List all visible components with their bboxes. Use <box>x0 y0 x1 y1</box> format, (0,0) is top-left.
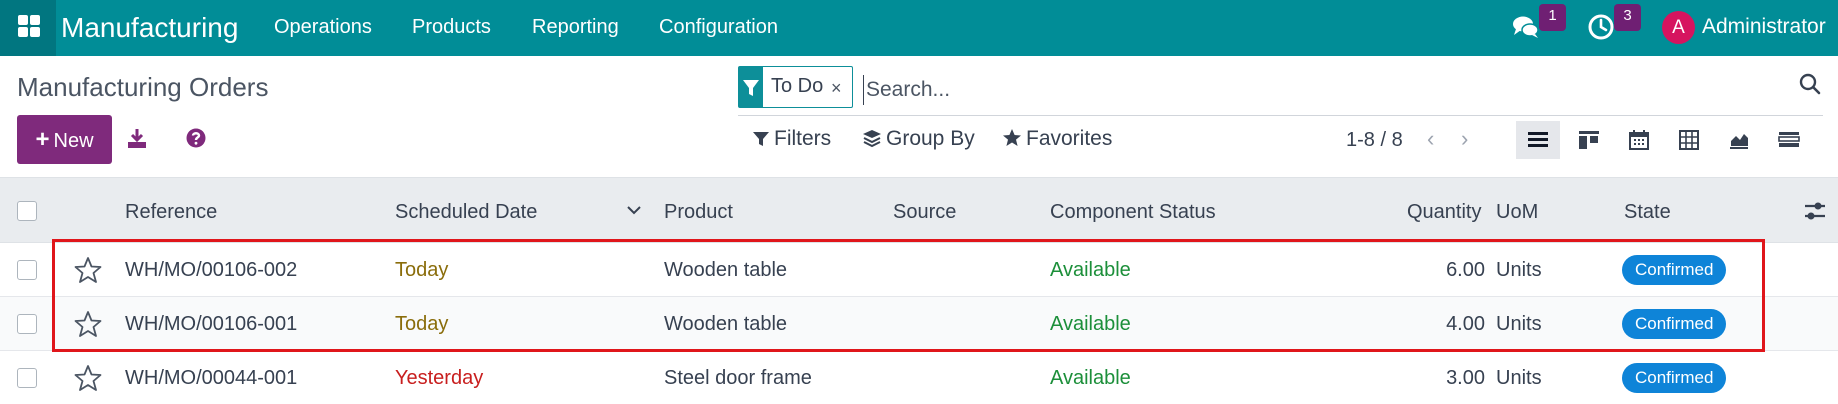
filters-label: Filters <box>774 127 832 150</box>
pager-value[interactable]: 1-8 / 8 <box>1346 127 1403 153</box>
cell-component-status: Available <box>1050 367 1131 389</box>
column-source[interactable]: Source <box>893 199 956 225</box>
messages-badge: 1 <box>1539 4 1566 31</box>
search-bar: To Do × <box>738 66 1823 116</box>
status-badge: Confirmed <box>1622 363 1727 393</box>
calendar-view-icon[interactable] <box>1617 121 1661 159</box>
app-name[interactable]: Manufacturing <box>61 10 238 46</box>
menu-reporting[interactable]: Reporting <box>532 14 619 40</box>
menu-configuration[interactable]: Configuration <box>659 14 778 40</box>
highlight-box <box>52 239 1765 352</box>
apps-grid-icon[interactable] <box>0 0 56 56</box>
facet-remove-icon[interactable]: × <box>831 77 842 99</box>
plus-icon: + <box>35 126 50 153</box>
pager-previous-icon[interactable]: ‹ <box>1427 126 1434 152</box>
graph-view-icon[interactable] <box>1717 121 1761 159</box>
search-facet-to-do: To Do × <box>738 66 853 108</box>
search-input[interactable] <box>863 75 1663 105</box>
new-button-label: New <box>53 130 94 152</box>
star-icon <box>1003 129 1021 146</box>
user-menu[interactable]: Administrator <box>1702 14 1826 40</box>
avatar[interactable]: A <box>1662 11 1695 44</box>
menu-products[interactable]: Products <box>412 14 491 40</box>
cell-reference: WH/MO/00044-001 <box>125 367 298 389</box>
activities-badge: 3 <box>1614 4 1641 31</box>
pager-next-icon[interactable]: › <box>1461 126 1468 152</box>
kanban-view-icon[interactable] <box>1567 121 1611 159</box>
star-icon[interactable] <box>74 364 102 392</box>
chat-bubbles-icon[interactable] <box>1511 12 1541 42</box>
row-checkbox[interactable] <box>17 314 37 334</box>
layers-icon <box>863 130 881 148</box>
search-icon[interactable] <box>1798 72 1822 96</box>
download-icon[interactable] <box>126 127 148 149</box>
help-icon[interactable] <box>186 128 206 148</box>
gantt-view-icon[interactable] <box>1767 121 1811 159</box>
clock-icon[interactable] <box>1586 12 1616 42</box>
optional-columns-icon[interactable] <box>1803 200 1827 222</box>
column-quantity[interactable]: Quantity <box>1407 199 1481 225</box>
select-all-checkbox[interactable] <box>17 201 37 221</box>
row-checkbox[interactable] <box>17 368 37 388</box>
column-reference[interactable]: Reference <box>125 199 217 225</box>
group-by-button[interactable]: Group By <box>862 126 975 152</box>
filter-icon <box>753 132 769 146</box>
list-header: Reference Scheduled Date Product Source … <box>0 177 1838 243</box>
facet-label: To Do <box>771 75 824 97</box>
cell-product: Steel door frame <box>664 367 812 389</box>
favorites-label: Favorites <box>1026 127 1113 150</box>
list-view-icon[interactable] <box>1516 121 1560 159</box>
column-uom[interactable]: UoM <box>1496 199 1538 225</box>
new-button[interactable]: + New <box>17 115 112 164</box>
favorites-button[interactable]: Favorites <box>1002 126 1112 152</box>
column-component-status[interactable]: Component Status <box>1050 199 1216 225</box>
pivot-view-icon[interactable] <box>1667 121 1711 159</box>
column-product[interactable]: Product <box>664 199 733 225</box>
filter-icon <box>739 67 763 107</box>
table-row[interactable]: WH/MO/00044-001 Yesterday Steel door fra… <box>0 351 1838 404</box>
cell-scheduled-date: Yesterday <box>395 367 484 389</box>
row-checkbox[interactable] <box>17 260 37 280</box>
filters-button[interactable]: Filters <box>752 126 831 152</box>
column-scheduled-date[interactable]: Scheduled Date <box>395 199 537 225</box>
group-by-label: Group By <box>886 127 975 150</box>
cell-uom: Units <box>1496 367 1542 389</box>
column-state[interactable]: State <box>1624 199 1671 225</box>
top-navbar: Manufacturing Operations Products Report… <box>0 0 1838 56</box>
cell-quantity: 3.00 <box>1446 367 1485 389</box>
page-title: Manufacturing Orders <box>17 72 269 102</box>
menu-operations[interactable]: Operations <box>274 14 372 40</box>
sort-chevron-down-icon[interactable] <box>626 202 642 218</box>
